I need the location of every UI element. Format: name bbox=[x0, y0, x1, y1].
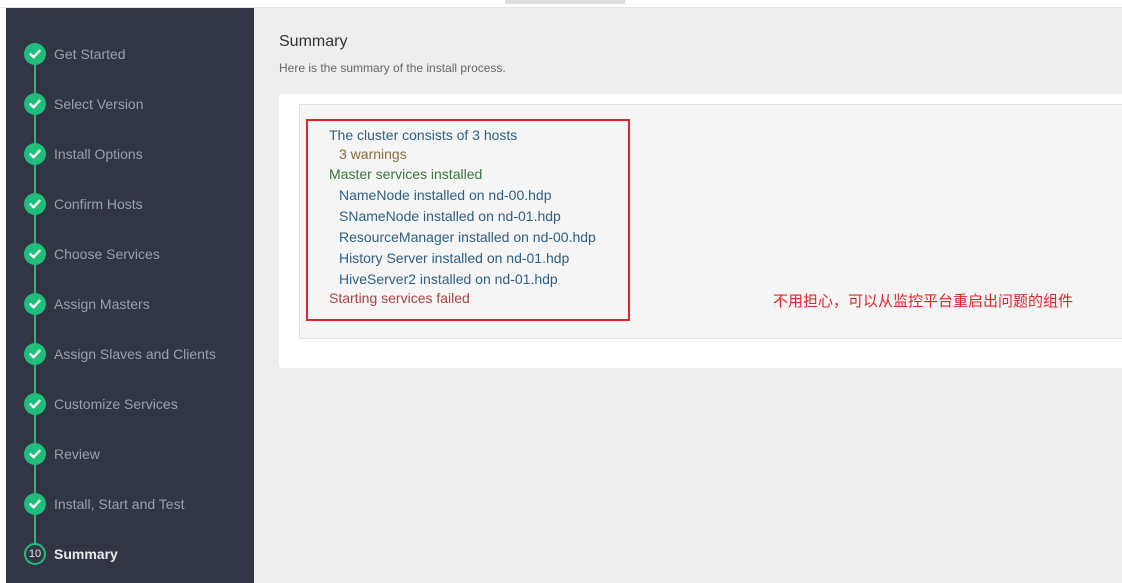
check-icon bbox=[24, 193, 46, 215]
services-failed-line: Starting services failed bbox=[329, 290, 470, 306]
component-line: History Server installed on nd-01.hdp bbox=[339, 250, 570, 266]
check-icon bbox=[24, 243, 46, 265]
component-line: NameNode installed on nd-00.hdp bbox=[339, 187, 552, 203]
step-label: Install, Start and Test bbox=[54, 496, 185, 512]
step-summary[interactable]: 10 Summary bbox=[24, 542, 254, 566]
step-label: Confirm Hosts bbox=[54, 196, 143, 212]
step-choose-services[interactable]: Choose Services bbox=[24, 242, 254, 266]
check-icon bbox=[24, 443, 46, 465]
step-customize-services[interactable]: Customize Services bbox=[24, 392, 254, 416]
step-label: Assign Masters bbox=[54, 296, 150, 312]
page-title: Summary bbox=[279, 33, 348, 50]
step-label: Get Started bbox=[54, 46, 126, 62]
step-select-version[interactable]: Select Version bbox=[24, 92, 254, 116]
check-icon bbox=[24, 93, 46, 115]
step-assign-slaves-and-clients[interactable]: Assign Slaves and Clients bbox=[24, 342, 254, 366]
step-label: Select Version bbox=[54, 96, 144, 112]
top-tab-stub bbox=[505, 0, 625, 4]
component-line: ResourceManager installed on nd-00.hdp bbox=[339, 229, 596, 245]
step-label: Assign Slaves and Clients bbox=[54, 346, 216, 362]
component-line: HiveServer2 installed on nd-01.hdp bbox=[339, 271, 558, 287]
top-bar bbox=[0, 0, 1122, 8]
master-services-line: Master services installed bbox=[329, 166, 483, 182]
check-icon bbox=[24, 343, 46, 365]
check-icon bbox=[24, 393, 46, 415]
check-icon bbox=[24, 143, 46, 165]
warnings-link[interactable]: 3 warnings bbox=[339, 146, 407, 162]
check-icon bbox=[24, 493, 46, 515]
annotation-note: 不用担心，可以从监控平台重启出问题的组件 bbox=[773, 292, 1074, 310]
step-install-start-and-test[interactable]: Install, Start and Test bbox=[24, 492, 254, 516]
step-label: Review bbox=[54, 446, 100, 462]
component-line: SNameNode installed on nd-01.hdp bbox=[339, 208, 561, 224]
step-review[interactable]: Review bbox=[24, 442, 254, 466]
step-confirm-hosts[interactable]: Confirm Hosts bbox=[24, 192, 254, 216]
step-label: Choose Services bbox=[54, 246, 160, 262]
step-get-started[interactable]: Get Started bbox=[24, 42, 254, 66]
step-label: Install Options bbox=[54, 146, 143, 162]
step-number-badge: 10 bbox=[24, 543, 46, 565]
step-install-options[interactable]: Install Options bbox=[24, 142, 254, 166]
check-icon bbox=[24, 293, 46, 315]
page-subtitle: Here is the summary of the install proce… bbox=[279, 61, 506, 75]
step-assign-masters[interactable]: Assign Masters bbox=[24, 292, 254, 316]
step-label: Summary bbox=[54, 546, 118, 562]
step-label: Customize Services bbox=[54, 396, 178, 412]
check-icon bbox=[24, 43, 46, 65]
cluster-hosts-line: The cluster consists of 3 hosts bbox=[329, 127, 518, 143]
